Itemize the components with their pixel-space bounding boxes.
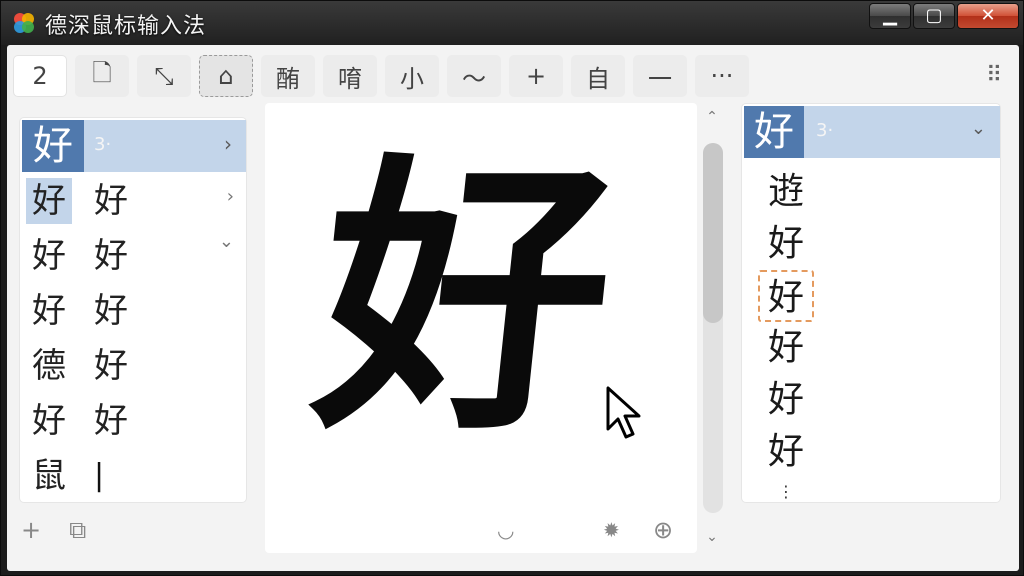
list-item[interactable]: 逰 <box>758 166 814 218</box>
list-item[interactable]: 好 <box>758 322 814 374</box>
candidate-grid: 好 好 › 好 好 ⌄ 好 好 德 好 好 好 鼠 | <box>26 174 242 504</box>
title-bar[interactable]: 德深鼠标输入法 ▁ ▢ ✕ <box>1 1 1024 45</box>
vertical-scrollbar[interactable]: ⌃ ⌄ <box>699 103 725 553</box>
window-controls: ▁ ▢ ✕ <box>869 3 1019 29</box>
candidate-cell[interactable]: 好 <box>26 288 72 334</box>
candidate-count: 3· <box>94 134 112 155</box>
handwritten-character: 好 <box>302 129 628 469</box>
undo-icon[interactable]: ◡ <box>497 515 514 545</box>
text-cursor: | <box>94 458 105 493</box>
toolbar-char-button-4[interactable]: 自 <box>571 55 625 97</box>
candidate-cell[interactable]: 好 <box>88 288 134 334</box>
copy-icon[interactable]: ⧉ <box>69 515 86 545</box>
window-title: 德深鼠标输入法 <box>45 14 207 39</box>
candidate-panel-left: 好 3· › 好 好 › 好 好 ⌄ 好 好 德 好 好 好 鼠 | <box>19 117 247 503</box>
candidate-cell[interactable]: 好 <box>88 343 134 389</box>
list-item[interactable]: 好 <box>758 426 814 478</box>
mouse-cursor-icon <box>606 386 641 439</box>
right-primary-char[interactable]: 好 <box>744 106 804 158</box>
toolbar-char-button-1[interactable]: 酭 <box>261 55 315 97</box>
close-button[interactable]: ✕ <box>957 3 1019 29</box>
scroll-down-icon[interactable]: ⌄ <box>699 525 725 549</box>
right-candidate-list: 逰 好 好 好 好 好 <box>758 166 818 478</box>
chevron-down-icon[interactable]: ⌄ <box>219 231 234 252</box>
app-logo-icon <box>14 13 34 33</box>
handwriting-canvas[interactable]: 好 ◡ ✹ ⊕ <box>265 103 697 553</box>
candidate-top-row[interactable]: 好 3· › <box>22 120 246 172</box>
chevron-right-icon[interactable]: › <box>224 132 232 156</box>
toolbar-char-button-3[interactable]: 小 <box>385 55 439 97</box>
toolbar: 2 🗋 ⤡ ⌂ 酭 唷 小 〜 + 自 一 ··· ⠿ <box>13 51 1013 101</box>
list-item[interactable]: 好 <box>758 218 814 270</box>
chevron-right-icon[interactable]: › <box>227 186 234 207</box>
toolbar-page-2-button[interactable]: 2 <box>13 55 67 97</box>
candidate-cell[interactable]: 好 <box>26 178 72 224</box>
candidate-row: 好 好 <box>26 284 242 339</box>
toolbar-char-button-2[interactable]: 唷 <box>323 55 377 97</box>
right-candidate-top-row[interactable]: 好 3· ⌄ <box>744 106 1000 158</box>
candidate-cell[interactable]: 德 <box>26 343 72 389</box>
toolbar-wave-button[interactable]: 〜 <box>447 55 501 97</box>
candidate-cell[interactable]: 好 <box>88 398 134 444</box>
app-window: 德深鼠标输入法 ▁ ▢ ✕ 2 🗋 ⤡ ⌂ 酭 唷 小 〜 + 自 一 ··· … <box>0 0 1024 576</box>
chevron-down-icon[interactable]: ⌄ <box>971 118 986 139</box>
more-indicator: ⋮ <box>778 482 794 501</box>
add-circle-icon[interactable]: ⊕ <box>653 515 673 545</box>
scroll-thumb[interactable] <box>703 143 723 323</box>
bug-icon[interactable]: ✹ <box>603 515 620 545</box>
candidate-panel-right: 好 3· ⌄ 逰 好 好 好 好 好 ⋮ <box>741 103 1001 503</box>
toolbar-resize-button[interactable]: ⤡ <box>137 55 191 97</box>
candidate-row: 鼠 | <box>26 449 242 504</box>
candidate-row: 好 好 ⌄ <box>26 229 242 284</box>
candidate-cell[interactable]: 好 <box>88 178 134 224</box>
candidate-cell[interactable]: 好 <box>26 398 72 444</box>
toolbar-more-button[interactable]: ··· <box>695 55 749 97</box>
minimize-button[interactable]: ▁ <box>869 3 911 29</box>
toolbar-home-button[interactable]: ⌂ <box>199 55 253 97</box>
canvas-tools: ◡ ✹ ⊕ <box>497 515 697 545</box>
scroll-track[interactable] <box>703 143 723 513</box>
candidate-primary-char[interactable]: 好 <box>22 120 84 172</box>
toolbar-dash-button[interactable]: 一 <box>633 55 687 97</box>
add-icon[interactable]: + <box>21 515 41 545</box>
maximize-button[interactable]: ▢ <box>913 3 955 29</box>
candidate-row: 好 好 › <box>26 174 242 229</box>
candidate-cell[interactable]: 鼠 <box>26 453 72 499</box>
candidate-cell[interactable]: 好 <box>26 233 72 279</box>
candidate-cell[interactable]: 好 <box>88 233 134 279</box>
toolbar-plus-button[interactable]: + <box>509 55 563 97</box>
list-item[interactable]: 好 <box>758 374 814 426</box>
toolbar-doc-button[interactable]: 🗋 <box>75 55 129 97</box>
left-footer: + ⧉ <box>21 515 86 545</box>
list-item-focused[interactable]: 好 <box>758 270 814 322</box>
grid-menu-icon[interactable]: ⠿ <box>981 63 1007 89</box>
scroll-up-icon[interactable]: ⌃ <box>699 105 725 129</box>
right-candidate-count: 3· <box>816 120 834 141</box>
client-area: 2 🗋 ⤡ ⌂ 酭 唷 小 〜 + 自 一 ··· ⠿ 好 3· › 好 好 ›… <box>7 45 1019 571</box>
candidate-row: 德 好 <box>26 339 242 394</box>
candidate-row: 好 好 <box>26 394 242 449</box>
